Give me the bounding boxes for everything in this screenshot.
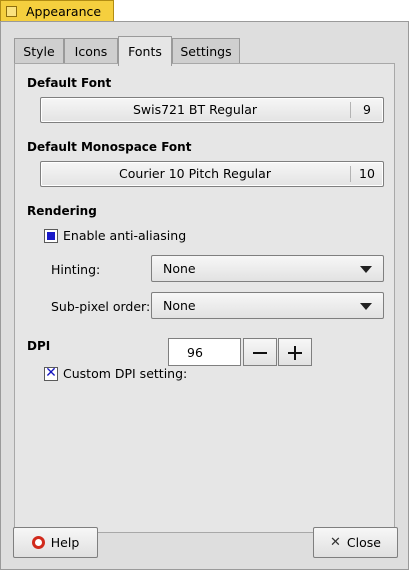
fonts-panel: Default Font Swis721 BT Regular 9 Defaul…: [14, 63, 395, 533]
checkbox-x-icon: ✕: [45, 365, 57, 381]
custom-dpi-label[interactable]: Custom DPI setting:: [63, 366, 187, 381]
tab-settings[interactable]: Settings: [172, 38, 240, 64]
dpi-value-input[interactable]: [168, 338, 241, 366]
checkbox-filled-icon: [47, 232, 55, 240]
dropdown-arrow-icon: [360, 266, 372, 273]
default-font-heading: Default Font: [27, 76, 112, 90]
monospace-font-button[interactable]: Courier 10 Pitch Regular 10: [40, 161, 384, 187]
window-title-tab[interactable]: Appearance: [0, 0, 114, 22]
subpixel-order-label: Sub-pixel order:: [51, 299, 151, 314]
close-icon: ✕: [330, 535, 341, 550]
antialias-label[interactable]: Enable anti-aliasing: [63, 228, 186, 243]
tab-fonts[interactable]: Fonts: [118, 36, 172, 66]
help-lifebuoy-icon: [31, 536, 45, 549]
antialias-checkbox[interactable]: [44, 229, 58, 243]
help-button[interactable]: Help: [13, 527, 98, 558]
minus-icon: [253, 352, 267, 354]
default-font-name: Swis721 BT Regular: [132, 102, 258, 117]
monospace-font-name: Courier 10 Pitch Regular: [119, 166, 271, 181]
monospace-font-heading: Default Monospace Font: [27, 140, 192, 154]
hinting-label: Hinting:: [51, 262, 101, 277]
dpi-decrement-button[interactable]: [243, 338, 277, 366]
dpi-increment-button[interactable]: [278, 338, 312, 366]
close-button-label: Close: [346, 535, 381, 550]
dropdown-arrow-icon: [360, 303, 372, 310]
default-font-button[interactable]: Swis721 BT Regular 9: [40, 97, 384, 123]
subpixel-order-value: None: [163, 298, 196, 313]
hinting-select[interactable]: None: [151, 255, 384, 282]
dpi-heading: DPI: [27, 339, 51, 353]
tab-icons[interactable]: Icons: [64, 38, 118, 64]
close-button[interactable]: ✕ Close: [313, 527, 398, 558]
window-menu-icon[interactable]: [6, 6, 17, 17]
default-font-size: 9: [350, 102, 383, 118]
plus-icon-vertical: [294, 346, 296, 360]
custom-dpi-checkbox[interactable]: ✕: [44, 365, 58, 381]
tab-style[interactable]: Style: [14, 38, 64, 64]
monospace-font-size: 10: [350, 166, 383, 182]
subpixel-order-select[interactable]: None: [151, 292, 384, 319]
help-button-label: Help: [50, 535, 80, 550]
appearance-window: Style Icons Fonts Settings Default Font …: [0, 21, 409, 570]
rendering-heading: Rendering: [27, 204, 97, 218]
hinting-value: None: [163, 261, 196, 276]
window-title: Appearance: [26, 4, 102, 19]
